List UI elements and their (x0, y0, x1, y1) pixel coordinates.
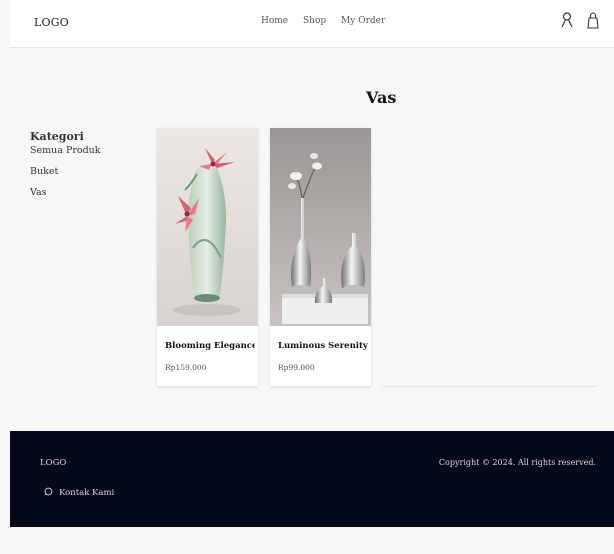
nav-home[interactable]: Home (261, 16, 288, 26)
product-image[interactable] (270, 128, 371, 326)
nav-my-order[interactable]: My Order (341, 16, 385, 26)
product-price: Rp99.000 (278, 363, 315, 372)
product-price: Rp159.000 (165, 363, 207, 372)
product-card[interactable]: Blooming Elegance V... Rp159.000 (157, 128, 258, 386)
page-title: Vas (366, 88, 397, 107)
main-content: Vas Kategori Semua Produk Buket Vas Bloo… (10, 48, 614, 431)
category-sidebar: Kategori Semua Produk Buket Vas (30, 130, 101, 208)
main-nav: Home Shop My Order (261, 16, 397, 26)
nav-shop[interactable]: Shop (303, 16, 326, 26)
copyright-text: Copyright © 2024. All rights reserved. (438, 458, 596, 467)
product-image[interactable] (157, 128, 258, 326)
bag-icon[interactable] (587, 12, 599, 29)
product-name[interactable]: Blooming Elegance V... (165, 341, 255, 351)
category-all-products[interactable]: Semua Produk (30, 145, 101, 156)
contact-link[interactable]: Kontak Kami (44, 487, 114, 498)
content-divider (382, 386, 597, 387)
category-vas[interactable]: Vas (30, 187, 101, 198)
whatsapp-icon (44, 487, 53, 496)
contact-label: Kontak Kami (59, 488, 115, 498)
category-heading: Kategori (30, 130, 84, 143)
top-navbar: LOGO Home Shop My Order (10, 0, 614, 48)
product-card[interactable]: Luminous Serenity V... Rp99.000 (270, 128, 371, 386)
header-logo[interactable]: LOGO (34, 16, 69, 29)
category-buket[interactable]: Buket (30, 166, 101, 177)
page-bottom (0, 527, 614, 554)
footer-logo[interactable]: LOGO (40, 458, 66, 468)
product-name[interactable]: Luminous Serenity V... (278, 341, 368, 351)
user-icon[interactable] (561, 12, 573, 28)
footer: LOGO Kontak Kami Copyright © 2024. All r… (10, 431, 614, 527)
